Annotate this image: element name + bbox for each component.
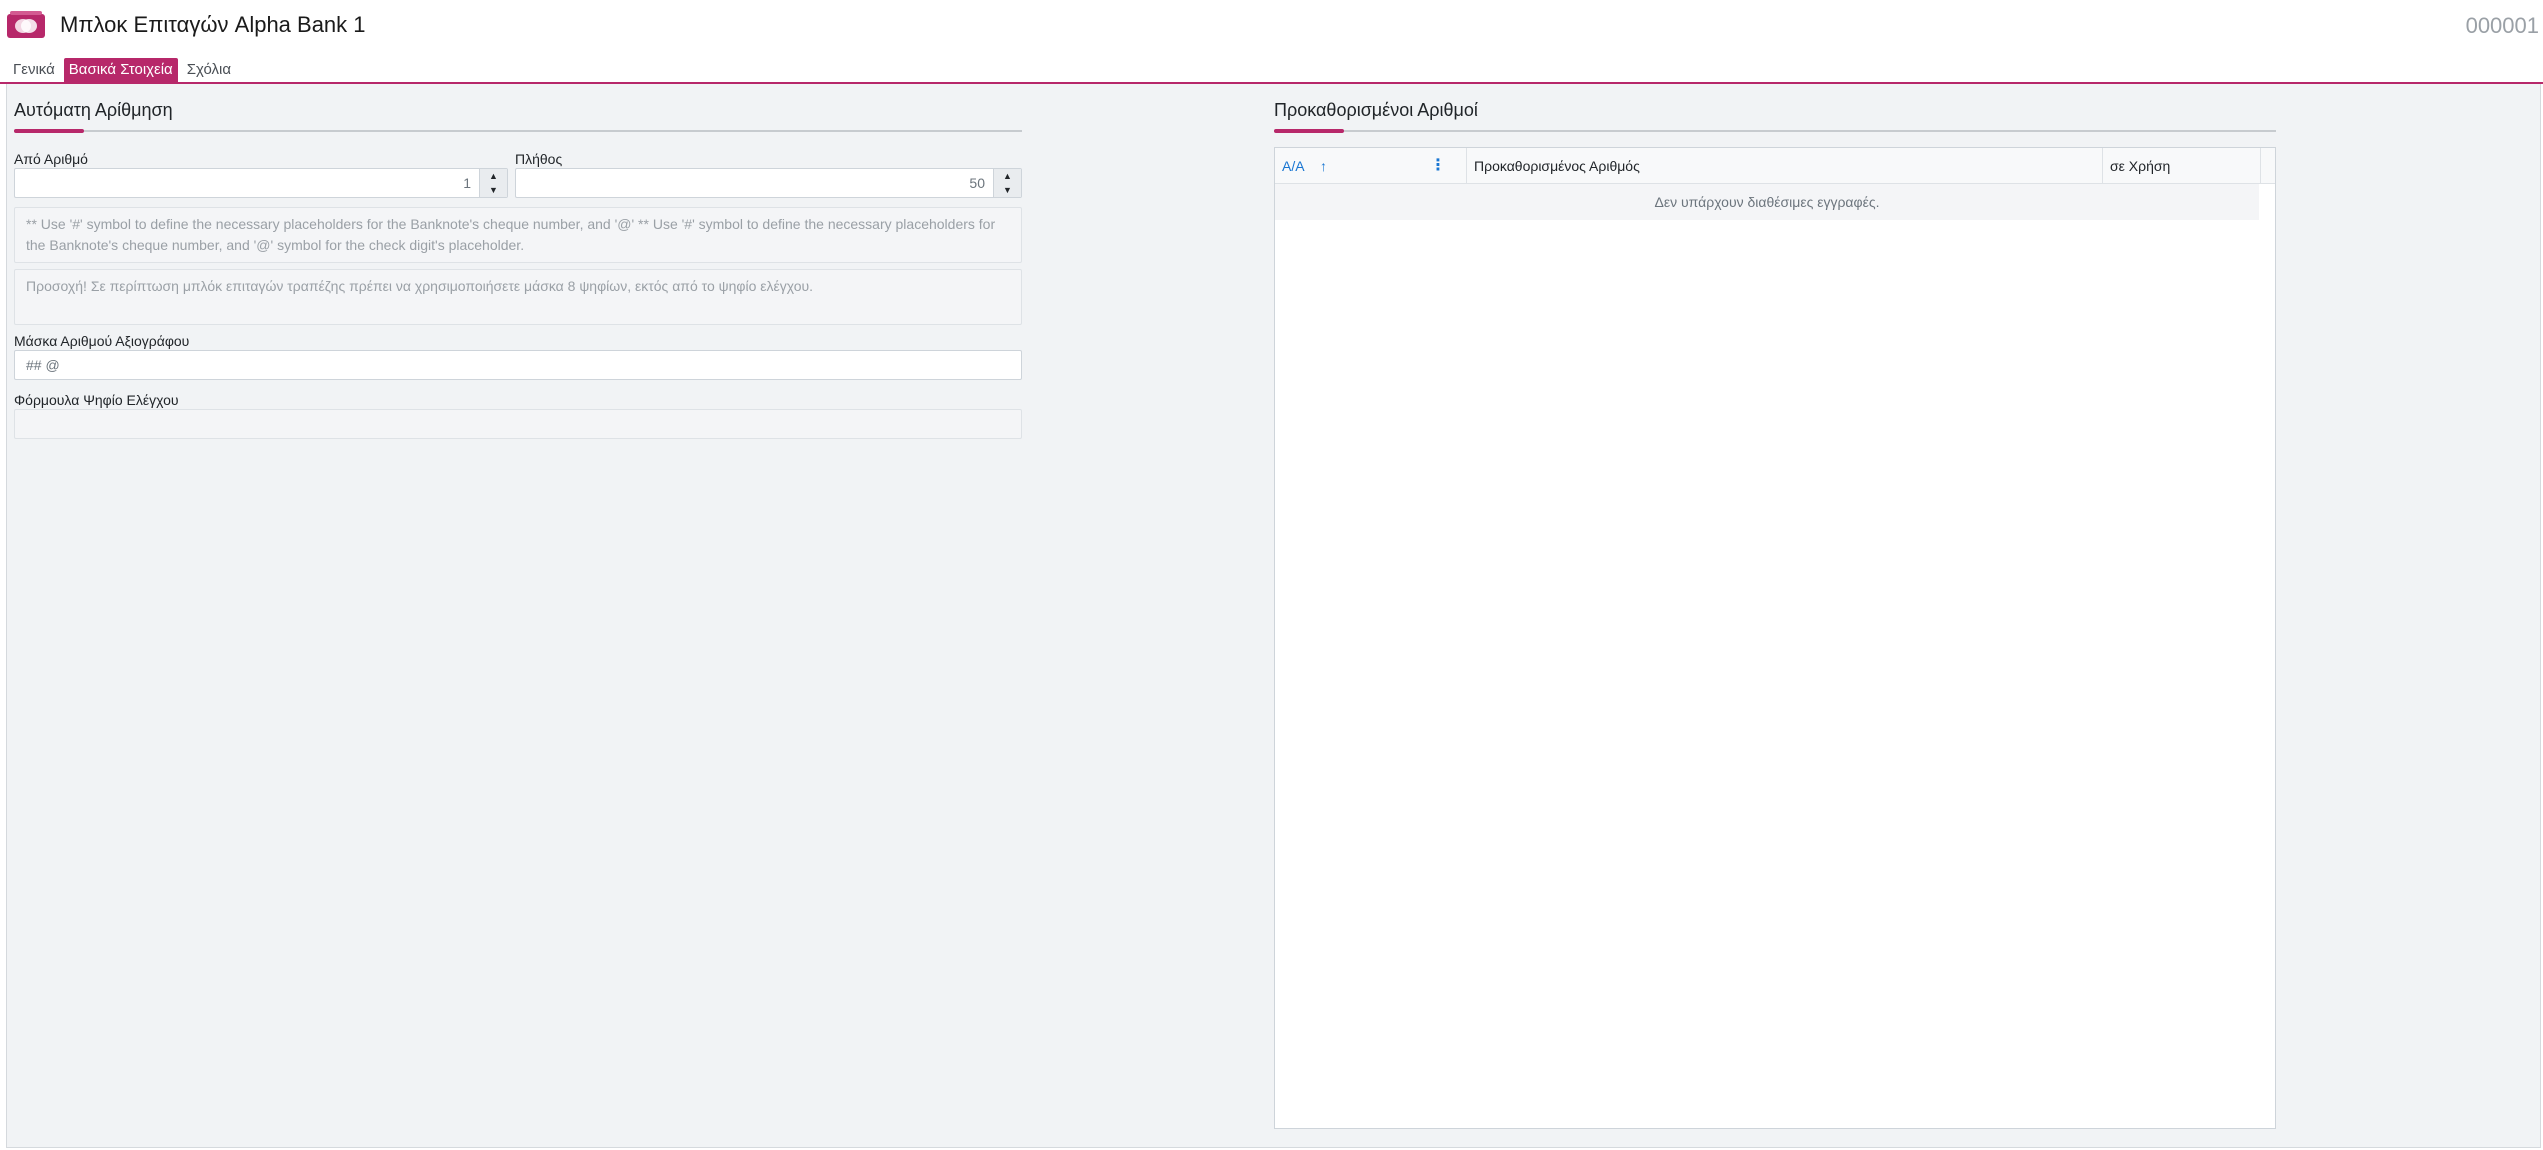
page-header: Μπλοκ Επιταγών Alpha Bank 1 000001 bbox=[0, 0, 2543, 50]
count-value: 50 bbox=[969, 175, 985, 191]
empty-records-message: Δεν υπάρχουν διαθέσιμες εγγραφές. bbox=[1275, 184, 2259, 220]
column-menu-icon[interactable]: ⋮ bbox=[1430, 148, 1446, 184]
mask-input[interactable]: ## @ bbox=[14, 350, 1022, 380]
decrement-icon[interactable]: ▼ bbox=[994, 183, 1021, 197]
cheque-book-icon bbox=[7, 11, 45, 38]
count-label: Πλήθος bbox=[515, 151, 563, 167]
mask-label: Μάσκα Αριθμού Αξιογράφου bbox=[14, 333, 190, 349]
record-number: 000001 bbox=[2465, 13, 2539, 38]
from-number-input[interactable]: 1 ▲ ▼ bbox=[14, 168, 508, 198]
predefined-rule bbox=[1274, 130, 2276, 132]
column-aa[interactable]: A/A ↑ ⋮ bbox=[1275, 148, 1467, 184]
predefined-title: Προκαθορισμένοι Αριθμοί bbox=[1274, 100, 1478, 120]
auto-numbering-rule bbox=[14, 130, 1022, 132]
count-spinner: ▲ ▼ bbox=[993, 169, 1021, 197]
predefined-grid: A/A ↑ ⋮ Προκαθορισμένος Αριθμός σε Χρήση… bbox=[1274, 147, 2276, 1129]
placeholder-hint: ** Use '#' symbol to define the necessar… bbox=[14, 207, 1022, 263]
formula-label: Φόρμουλα Ψηφίο Ελέγχου bbox=[14, 392, 179, 408]
column-aa-label: A/A bbox=[1282, 158, 1305, 174]
from-number-spinner: ▲ ▼ bbox=[479, 169, 507, 197]
from-number-value: 1 bbox=[463, 175, 471, 191]
form-content: Αυτόματη Αρίθμηση Από Αριθμό 1 ▲ ▼ Πλήθο… bbox=[6, 84, 2541, 1148]
page-title: Μπλοκ Επιταγών Alpha Bank 1 bbox=[60, 12, 366, 37]
column-predefined-number[interactable]: Προκαθορισμένος Αριθμός bbox=[1467, 148, 2103, 184]
sort-ascending-icon[interactable]: ↑ bbox=[1320, 148, 1327, 184]
from-number-label: Από Αριθμό bbox=[14, 151, 88, 167]
tab-general[interactable]: Γενικά bbox=[8, 58, 60, 82]
tab-basic-info[interactable]: Βασικά Στοιχεία bbox=[63, 58, 178, 82]
grid-header: A/A ↑ ⋮ Προκαθορισμένος Αριθμός σε Χρήση bbox=[1275, 148, 2275, 184]
auto-numbering-accent bbox=[14, 129, 84, 133]
formula-input[interactable] bbox=[14, 409, 1022, 439]
decrement-icon[interactable]: ▼ bbox=[480, 183, 507, 197]
auto-numbering-title: Αυτόματη Αρίθμηση bbox=[14, 100, 173, 120]
increment-icon[interactable]: ▲ bbox=[480, 169, 507, 183]
count-input[interactable]: 50 ▲ ▼ bbox=[515, 168, 1022, 198]
increment-icon[interactable]: ▲ bbox=[994, 169, 1021, 183]
tab-comments[interactable]: Σχόλια bbox=[182, 58, 236, 82]
tab-bar: Γενικά Βασικά Στοιχεία Σχόλια bbox=[8, 58, 236, 82]
column-in-use[interactable]: σε Χρήση bbox=[2103, 148, 2261, 184]
predefined-accent bbox=[1274, 129, 1344, 133]
warning-hint: Προσοχή! Σε περίπτωση μπλόκ επιταγών τρα… bbox=[14, 269, 1022, 325]
